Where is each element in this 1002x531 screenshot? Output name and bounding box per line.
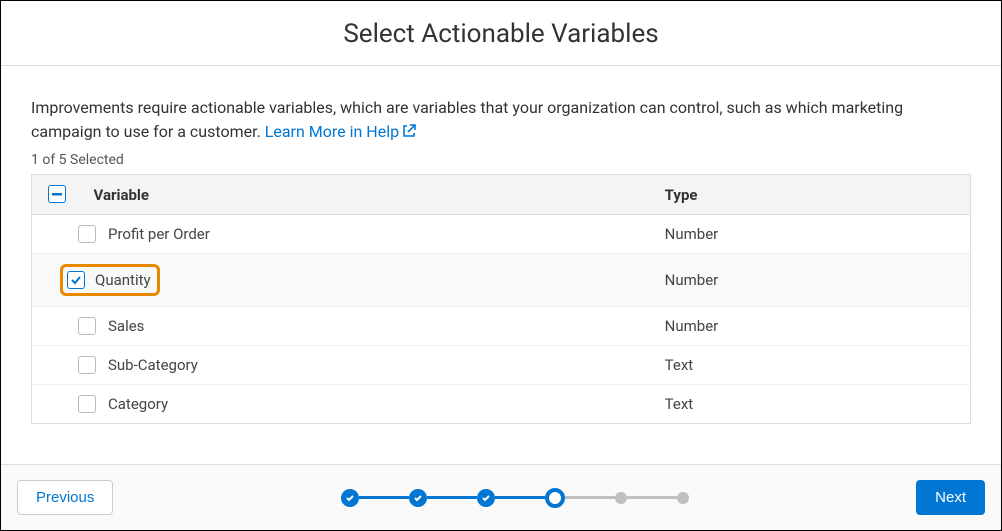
learn-more-link[interactable]: Learn More in Help: [265, 122, 417, 141]
row-checkbox[interactable]: [78, 395, 96, 413]
step-3-done: [477, 489, 495, 507]
dialog-header: Select Actionable Variables: [1, 1, 1001, 66]
variable-name: Sub-Category: [108, 356, 198, 374]
next-button[interactable]: Next: [916, 480, 985, 515]
step-2-done: [409, 489, 427, 507]
row-checkbox[interactable]: [67, 271, 85, 289]
table-row[interactable]: Quantity Number: [32, 254, 971, 307]
previous-button[interactable]: Previous: [17, 480, 113, 515]
variable-name: Profit per Order: [108, 225, 210, 243]
column-header-variable[interactable]: Variable: [82, 175, 653, 215]
page-title: Select Actionable Variables: [1, 19, 1001, 49]
select-all-checkbox[interactable]: [48, 185, 66, 203]
row-checkbox[interactable]: [78, 317, 96, 335]
step-4-current: [545, 488, 565, 508]
row-checkbox[interactable]: [78, 225, 96, 243]
table-row[interactable]: Profit per Order Number: [32, 215, 971, 254]
description-text: Improvements require actionable variable…: [31, 96, 971, 146]
content-area: Improvements require actionable variable…: [1, 66, 1001, 424]
step-6-todo: [677, 492, 689, 504]
column-header-type[interactable]: Type: [653, 175, 971, 215]
variable-type: Number: [653, 307, 971, 346]
variable-type: Text: [653, 385, 971, 424]
footer-bar: Previous Next: [1, 464, 1001, 530]
variable-type: Number: [653, 215, 971, 254]
progress-stepper: [113, 488, 916, 508]
step-5-todo: [615, 492, 627, 504]
variable-type: Number: [653, 254, 971, 307]
table-row[interactable]: Category Text: [32, 385, 971, 424]
row-highlight: Quantity: [60, 264, 160, 296]
selection-count: 1 of 5 Selected: [31, 152, 971, 168]
step-1-done: [341, 489, 359, 507]
variable-name: Category: [108, 395, 168, 413]
variable-name: Quantity: [95, 271, 151, 289]
variable-type: Text: [653, 346, 971, 385]
external-link-icon: [401, 122, 417, 146]
variable-name: Sales: [108, 317, 144, 335]
table-row[interactable]: Sales Number: [32, 307, 971, 346]
variables-table: Variable Type Profit per Order Number: [31, 174, 971, 424]
table-row[interactable]: Sub-Category Text: [32, 346, 971, 385]
row-checkbox[interactable]: [78, 356, 96, 374]
